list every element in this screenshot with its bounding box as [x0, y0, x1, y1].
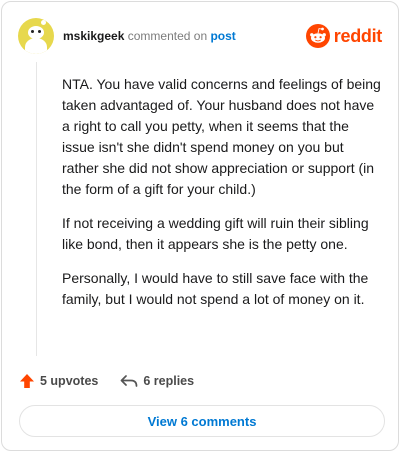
comment-meta: mskikgeek commented on post	[63, 29, 236, 43]
view-comments-button[interactable]: View 6 comments	[19, 405, 385, 437]
thread-line[interactable]	[36, 62, 37, 356]
user-avatar[interactable]	[18, 18, 54, 54]
comment-paragraph: Personally, I would have to still save f…	[62, 270, 369, 307]
replies-button[interactable]: 6 replies	[120, 373, 194, 389]
comment-paragraph: NTA. You have valid concerns and feeling…	[62, 76, 381, 197]
reply-arrow-icon	[121, 375, 138, 387]
post-link[interactable]: post	[210, 29, 235, 43]
reddit-logo[interactable]: reddit	[305, 24, 383, 48]
username[interactable]: mskikgeek	[63, 29, 124, 43]
commented-on-text: commented on	[127, 29, 208, 43]
upvotes-count: 5 upvotes	[40, 374, 99, 388]
comment-card: mskikgeek commented on post reddit NTA. …	[1, 1, 399, 451]
comment-actions: 5 upvotes 6 replies	[19, 370, 194, 392]
comment-body: NTA. You have valid concerns and feeling…	[62, 74, 382, 323]
upvote-button[interactable]: 5 upvotes	[19, 373, 98, 389]
comment-paragraph: If not receiving a wedding gift will rui…	[62, 215, 369, 252]
reddit-snoo-icon	[305, 24, 330, 48]
replies-count: 6 replies	[143, 374, 195, 388]
reddit-wordmark: reddit	[333, 25, 383, 46]
comment-header: mskikgeek commented on post reddit	[18, 16, 382, 56]
upvote-arrow-icon	[20, 374, 34, 388]
